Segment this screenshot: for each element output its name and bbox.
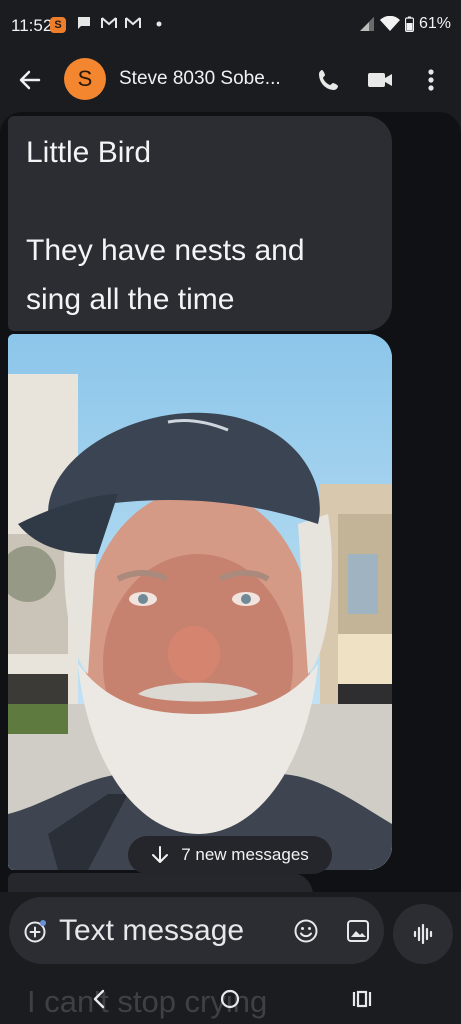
nav-recents-icon[interactable] bbox=[347, 985, 377, 1013]
message-photo[interactable] bbox=[8, 334, 392, 870]
back-arrow-icon[interactable] bbox=[14, 64, 46, 96]
gmail-icon bbox=[101, 17, 117, 28]
emoji-icon[interactable] bbox=[293, 918, 319, 944]
arrow-down-icon bbox=[152, 846, 169, 863]
contact-name[interactable]: Steve 8030 Sobe... bbox=[119, 68, 301, 90]
nav-home-icon[interactable] bbox=[215, 985, 245, 1013]
video-call-icon[interactable] bbox=[364, 64, 396, 96]
message-bubble-peek bbox=[8, 873, 313, 892]
more-vert-icon[interactable] bbox=[415, 64, 447, 96]
message-input[interactable] bbox=[59, 909, 289, 953]
message-bubble[interactable]: Little Bird They have nests and sing all… bbox=[8, 116, 392, 331]
dot-icon bbox=[156, 21, 162, 27]
nav-back-icon[interactable] bbox=[85, 985, 115, 1013]
voice-record-button[interactable] bbox=[393, 904, 453, 964]
photo-image bbox=[8, 334, 392, 870]
gmail-icon bbox=[125, 17, 141, 28]
battery-icon bbox=[404, 16, 414, 32]
app-bar: S Steve 8030 Sobe... bbox=[0, 52, 461, 108]
status-bar: 11:52 S 61% bbox=[0, 0, 461, 52]
conversation-area[interactable]: Little Bird They have nests and sing all… bbox=[0, 112, 461, 892]
phone-icon[interactable] bbox=[313, 64, 345, 96]
composer bbox=[9, 897, 384, 964]
wifi-icon bbox=[379, 16, 400, 31]
add-icon[interactable] bbox=[23, 919, 47, 943]
status-time: 11:52 bbox=[11, 16, 53, 35]
message-text: Little Bird They have nests and sing all… bbox=[26, 136, 305, 316]
signal-icon bbox=[359, 17, 374, 31]
avatar[interactable]: S bbox=[64, 58, 106, 100]
new-messages-button[interactable]: 7 new messages bbox=[128, 836, 332, 874]
image-icon[interactable] bbox=[345, 918, 371, 944]
new-messages-label: 7 new messages bbox=[181, 845, 309, 864]
chat-bubble-icon bbox=[78, 17, 90, 29]
app-badge-icon: S bbox=[50, 17, 66, 33]
voice-wave-icon bbox=[413, 923, 433, 945]
battery-percent: 61% bbox=[418, 15, 451, 32]
